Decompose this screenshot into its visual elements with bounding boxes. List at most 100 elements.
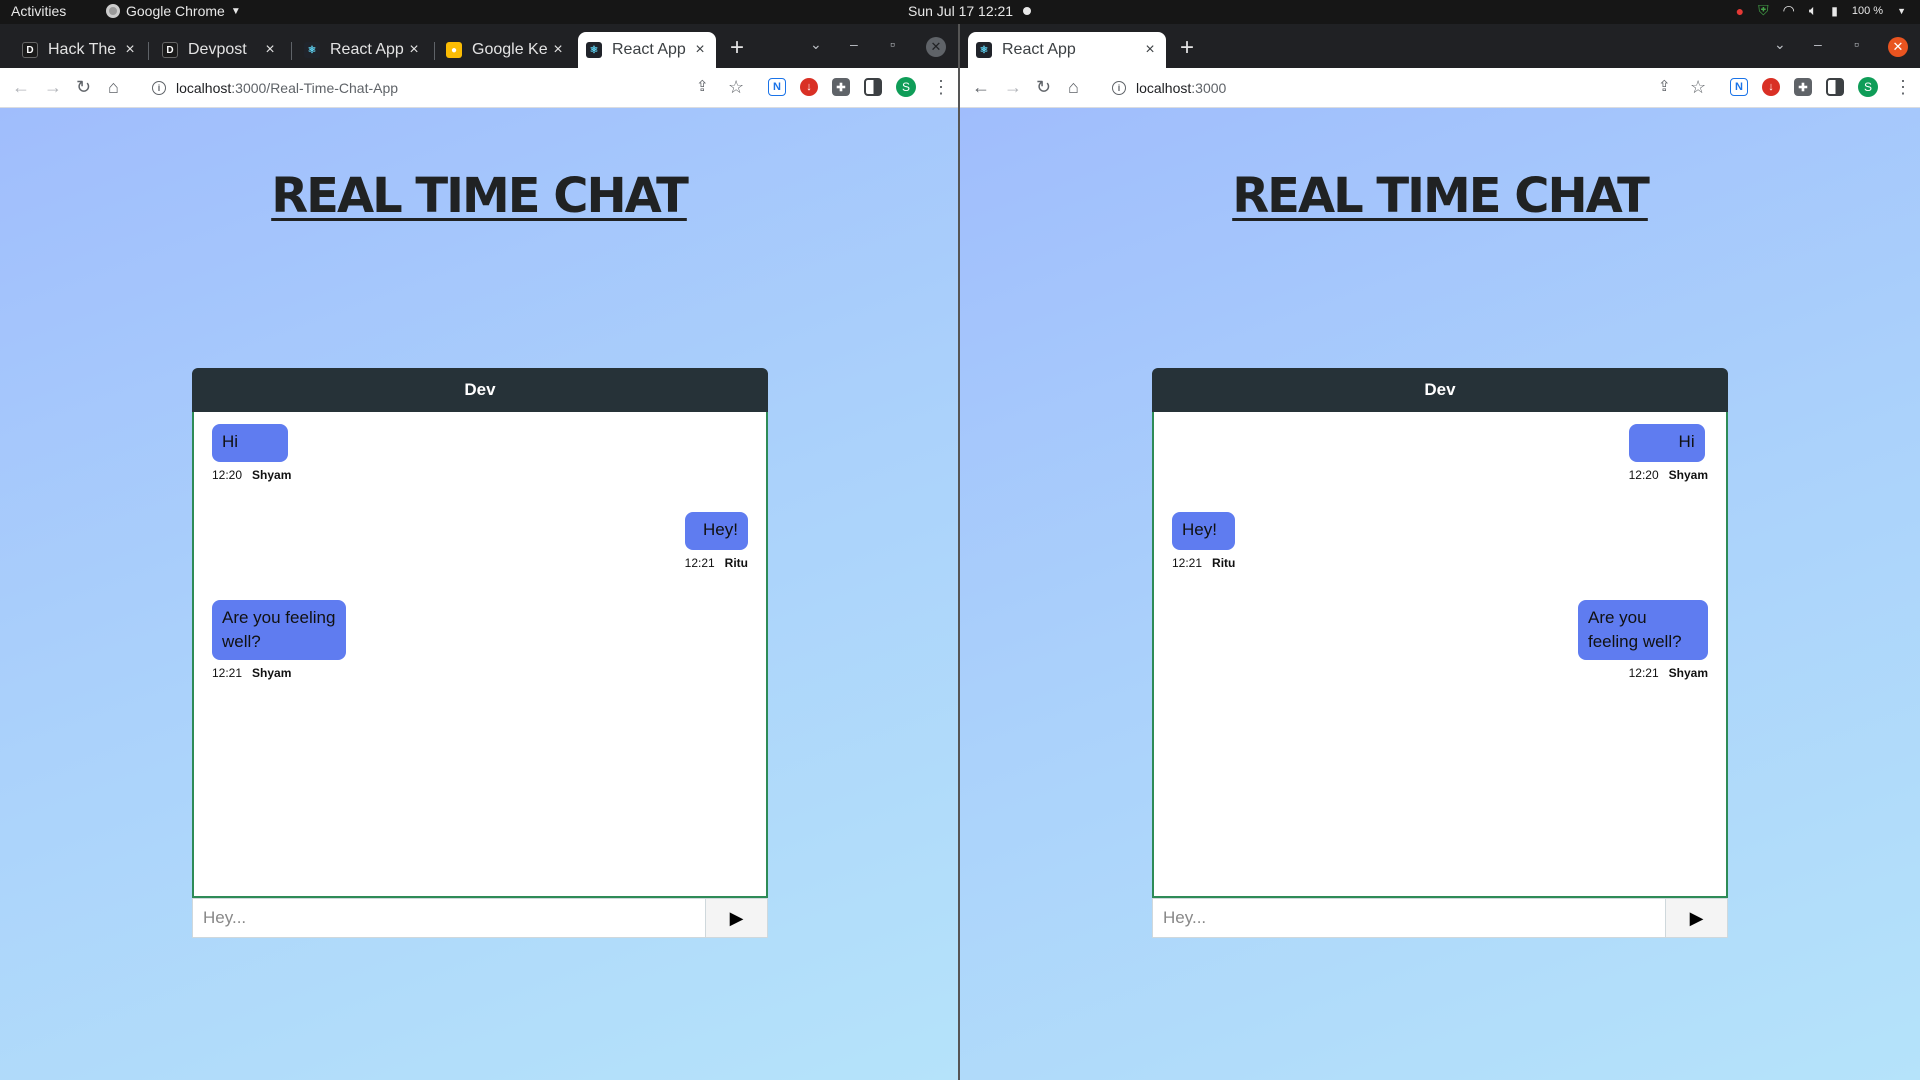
bookmark-star-icon[interactable]: ☆ — [728, 76, 744, 98]
page-title: REAL TIME CHAT — [271, 168, 689, 224]
back-arrow-icon[interactable]: ← — [12, 76, 30, 98]
message-composer: ▶ — [1152, 898, 1728, 938]
message-meta: 12:21 Shyam — [212, 666, 346, 680]
chrome-icon — [106, 4, 120, 18]
clock[interactable]: Sun Jul 17 12:21 — [908, 3, 1032, 19]
chat-room-header: Dev — [192, 368, 768, 412]
close-icon[interactable]: × — [690, 41, 710, 59]
send-button[interactable]: ▶ — [1665, 899, 1727, 937]
message-input[interactable] — [193, 899, 705, 937]
tab-google-keep[interactable]: ● Google Ke × — [438, 32, 574, 68]
notification-dot-icon — [1023, 7, 1032, 15]
message-meta: 12:20 Shyam — [1629, 468, 1708, 482]
chevron-down-icon: ▼ — [230, 5, 241, 17]
kebab-menu-icon[interactable]: ⋮ — [932, 76, 950, 98]
tab-label: React App — [1002, 41, 1076, 58]
download-extension-icon[interactable]: ↓ — [1762, 78, 1780, 96]
extensions-puzzle-icon[interactable]: ✚ — [832, 78, 850, 96]
page-title: REAL TIME CHAT — [1232, 168, 1650, 224]
battery-label: 100 % — [1851, 4, 1884, 17]
chat-messages[interactable]: Hi 12:20 Shyam Hey! 12:21 Ritu Are you f… — [1152, 412, 1728, 898]
tab-devpost[interactable]: D Devpost × — [154, 32, 286, 68]
tab-divider — [148, 42, 149, 60]
minimize-icon[interactable]: – — [850, 36, 858, 52]
tab-hack-the[interactable]: D Hack The F × — [14, 32, 146, 68]
new-tab-button[interactable]: + — [730, 36, 744, 60]
send-button[interactable]: ▶ — [705, 899, 767, 937]
site-info-icon[interactable]: i — [1112, 81, 1126, 95]
tab-search-icon[interactable]: ⌄ — [1774, 36, 1786, 53]
url-host: localhost — [176, 80, 232, 96]
tab-label: Devpost — [188, 41, 247, 58]
close-icon[interactable]: × — [548, 41, 568, 59]
address-bar[interactable]: i localhost :3000 — [1100, 72, 1690, 104]
tab-label: Hack The F — [48, 41, 120, 58]
tab-react-app-active[interactable]: ⚛ React App × — [578, 32, 716, 68]
tab-react-app-active[interactable]: ⚛ React App × — [968, 32, 1166, 68]
forward-arrow-icon[interactable]: → — [44, 76, 62, 98]
message-author: Ritu — [724, 556, 748, 570]
message-bubble: Hey! — [1172, 512, 1236, 550]
system-top-bar: Activities Google Chrome ▼ Sun Jul 17 12… — [0, 0, 1920, 24]
close-icon[interactable]: × — [120, 41, 140, 59]
notion-extension-icon[interactable]: N — [768, 78, 786, 96]
wifi-icon: ◠ — [1782, 2, 1795, 18]
notion-extension-icon[interactable]: N — [1730, 78, 1748, 96]
chat-room-header: Dev — [1152, 368, 1728, 412]
url-path: :3000 — [1191, 80, 1227, 96]
react-icon: ⚛ — [304, 42, 320, 58]
site-info-icon[interactable]: i — [152, 81, 166, 95]
reload-icon[interactable]: ↻ — [1036, 76, 1051, 98]
close-icon[interactable]: × — [404, 41, 424, 59]
left-browser-window: D Hack The F × D Devpost × ⚛ React App ×… — [0, 24, 958, 1080]
home-icon[interactable]: ⌂ — [108, 76, 119, 98]
bookmark-star-icon[interactable]: ☆ — [1690, 76, 1706, 98]
download-extension-icon[interactable]: ↓ — [800, 78, 818, 96]
url-host: localhost — [1136, 80, 1192, 96]
keep-icon: ● — [446, 42, 462, 58]
message-item: Hi 12:20 Shyam — [212, 424, 291, 482]
extensions-puzzle-icon[interactable]: ✚ — [1794, 78, 1812, 96]
home-icon[interactable]: ⌂ — [1068, 76, 1079, 98]
kebab-menu-icon[interactable]: ⋮ — [1894, 76, 1912, 98]
app-menu[interactable]: Google Chrome ▼ — [106, 3, 241, 19]
tab-search-icon[interactable]: ⌄ — [810, 36, 822, 53]
activities-button[interactable]: Activities — [11, 3, 66, 19]
message-meta: 12:21 Shyam — [1578, 666, 1708, 680]
side-panel-icon[interactable] — [864, 78, 882, 96]
close-icon[interactable]: × — [260, 41, 280, 59]
forward-arrow-icon[interactable]: → — [1004, 76, 1022, 98]
message-author: Shyam — [252, 666, 292, 680]
back-arrow-icon[interactable]: ← — [972, 76, 990, 98]
tab-react-app-1[interactable]: ⚛ React App × — [296, 32, 430, 68]
maximize-icon[interactable]: ▫ — [1854, 36, 1859, 52]
system-tray[interactable]: ● ⛨ ◠ 🔈︎ ▮ 100 % ▼ — [1736, 2, 1906, 19]
share-icon[interactable]: ⇪ — [1658, 76, 1671, 98]
chat-messages[interactable]: Hi 12:20 Shyam Hey! 12:21 Ritu Are you f… — [192, 412, 768, 898]
share-icon[interactable]: ⇪ — [696, 76, 709, 98]
address-bar[interactable]: i localhost :3000/Real-Time-Chat-App — [140, 72, 730, 104]
app-menu-label: Google Chrome — [126, 3, 225, 19]
message-item: Are you feeling well? 12:21 Shyam — [212, 600, 346, 680]
profile-avatar[interactable]: S — [1858, 77, 1878, 97]
message-item: Hey! 12:21 Ritu — [1172, 512, 1236, 570]
message-item: Are you feeling well? 12:21 Shyam — [1578, 600, 1708, 680]
browser-toolbar: ← → ↻ ⌂ i localhost :3000 ⇪ ☆ N ↓ ✚ S ⋮ — [960, 68, 1920, 108]
clock-label: Sun Jul 17 12:21 — [908, 3, 1014, 19]
maximize-icon[interactable]: ▫ — [890, 36, 895, 52]
message-input[interactable] — [1153, 899, 1665, 937]
message-author: Shyam — [1668, 468, 1708, 482]
window-close-button[interactable]: ✕ — [926, 37, 946, 57]
dev-icon: D — [162, 42, 178, 58]
message-time: 12:21 — [1628, 666, 1659, 680]
reload-icon[interactable]: ↻ — [76, 76, 91, 98]
profile-avatar[interactable]: S — [896, 77, 916, 97]
close-icon[interactable]: × — [1140, 41, 1160, 59]
window-close-button[interactable]: ✕ — [1888, 37, 1908, 57]
minimize-icon[interactable]: – — [1814, 36, 1822, 52]
new-tab-button[interactable]: + — [1180, 36, 1194, 60]
message-time: 12:21 — [684, 556, 715, 570]
tab-strip: D Hack The F × D Devpost × ⚛ React App ×… — [0, 24, 958, 68]
side-panel-icon[interactable] — [1826, 78, 1844, 96]
tab-divider — [291, 42, 292, 60]
